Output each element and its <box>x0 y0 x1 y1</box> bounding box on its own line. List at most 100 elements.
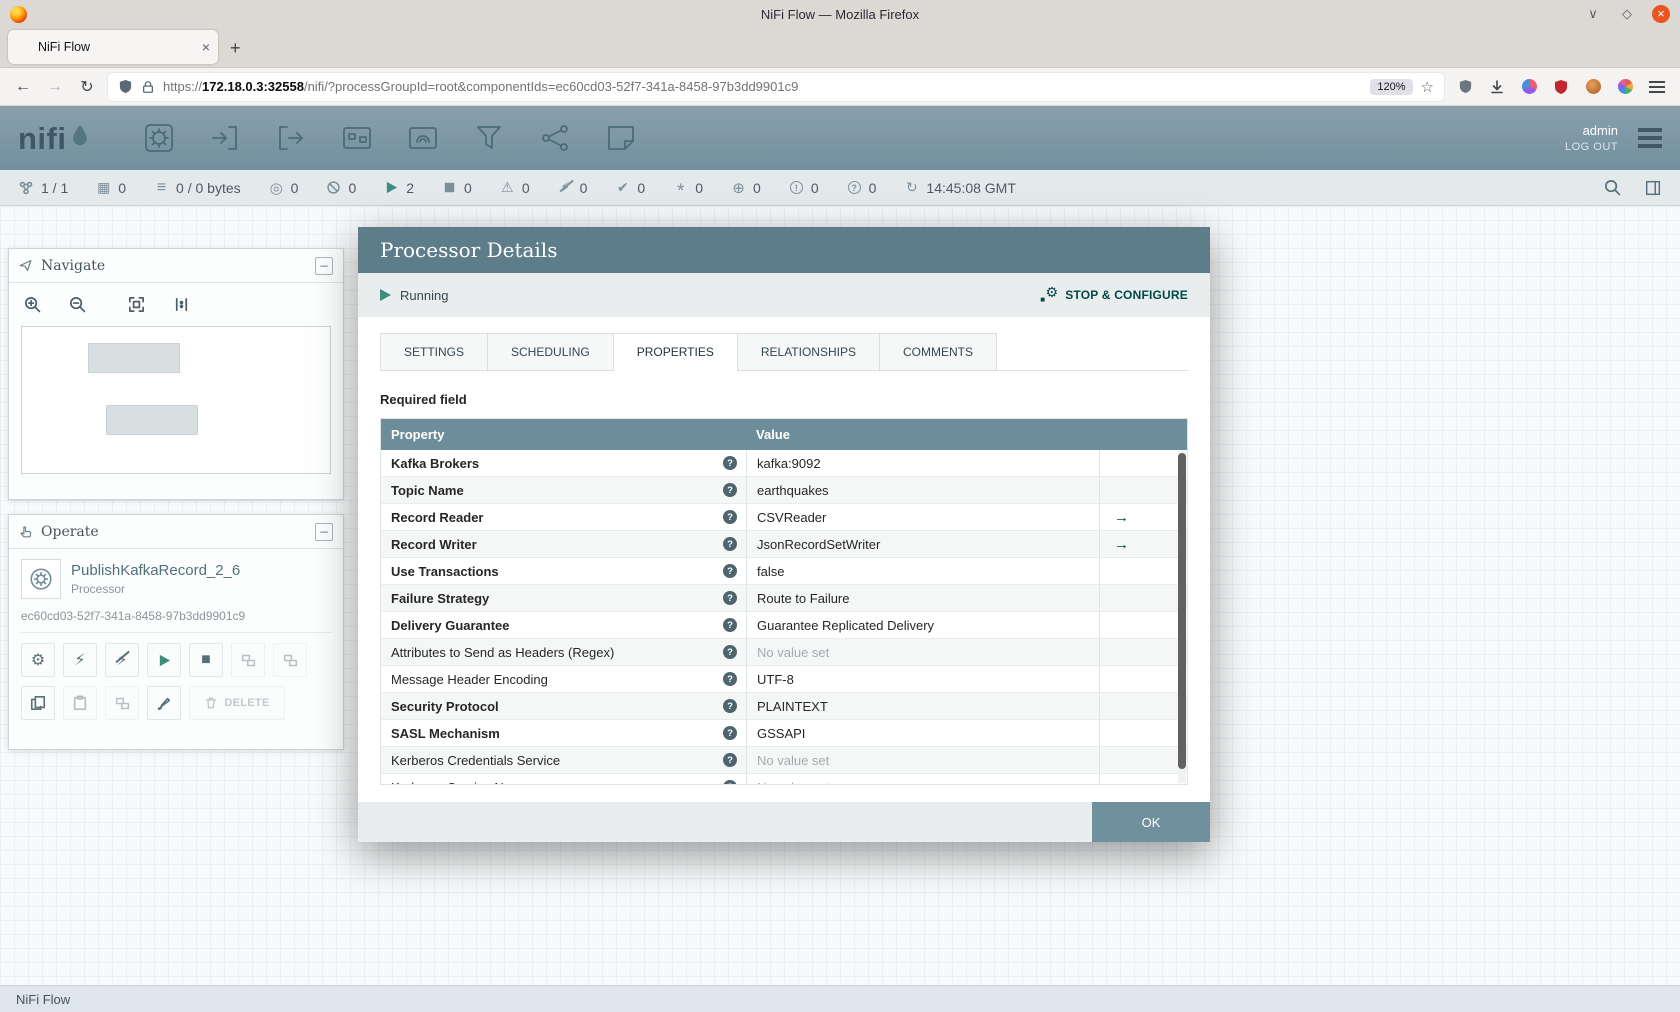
app-menu-button[interactable] <box>1646 76 1668 98</box>
help-icon[interactable]: ? <box>723 591 737 605</box>
logout-link[interactable]: LOG OUT <box>1565 141 1618 153</box>
close-icon[interactable]: × <box>1652 5 1670 23</box>
property-row[interactable]: SASL Mechanism? GSSAPI <box>381 720 1187 747</box>
property-row[interactable]: Message Header Encoding? UTF-8 <box>381 666 1187 693</box>
goto-cell[interactable]: → <box>1099 531 1187 557</box>
help-icon[interactable]: ? <box>723 564 737 578</box>
collapse-navigate-button[interactable]: − <box>315 256 333 275</box>
tab-relationships[interactable]: RELATIONSHIPS <box>736 333 880 371</box>
help-icon[interactable]: ? <box>723 726 737 740</box>
tab-properties[interactable]: PROPERTIES <box>612 333 738 371</box>
account-avatar-icon[interactable] <box>1518 76 1540 98</box>
ublock-icon[interactable] <box>1550 76 1572 98</box>
property-row[interactable]: Security Protocol? PLAINTEXT <box>381 693 1187 720</box>
refresh-icon[interactable]: ↻ <box>904 179 919 196</box>
tab-comments[interactable]: COMMENTS <box>878 333 997 371</box>
extension-shield-icon[interactable] <box>1454 76 1476 98</box>
url-bar[interactable]: https://172.18.0.3:32558/nifi/?processGr… <box>108 72 1444 101</box>
template-icon[interactable] <box>539 122 571 154</box>
help-icon[interactable]: ? <box>723 672 737 686</box>
disable-button[interactable]: ⚡ <box>105 643 139 677</box>
operate-panel-title: Operate <box>41 523 99 540</box>
help-icon[interactable]: ? <box>723 618 737 632</box>
help-icon[interactable]: ? <box>723 537 737 551</box>
browser-tab[interactable]: NiFi Flow × <box>8 30 218 64</box>
status-count: 0 <box>810 179 819 196</box>
property-row[interactable]: Record Reader? CSVReader → <box>381 504 1187 531</box>
go-to-service-icon: → <box>1114 535 1129 553</box>
start-button[interactable] <box>147 643 181 677</box>
property-row[interactable]: Kerberos Credentials Service? No value se… <box>381 747 1187 774</box>
forward-button[interactable]: → <box>44 78 66 96</box>
copy-button[interactable] <box>21 686 55 720</box>
minimap-component <box>88 343 180 373</box>
configure-button[interactable]: ⚙ <box>21 643 55 677</box>
help-icon[interactable]: ? <box>723 753 737 767</box>
property-row[interactable]: Delivery Guarantee? Guarantee Replicated … <box>381 612 1187 639</box>
search-icon[interactable] <box>1603 178 1622 197</box>
align-button[interactable] <box>105 686 139 720</box>
property-row[interactable]: Attributes to Send as Headers (Regex)? No… <box>381 639 1187 666</box>
scrollbar-thumb[interactable] <box>1178 453 1186 769</box>
processor-details-dialog: Processor Details Running ⚙ ■ STOP & CONF… <box>358 227 1210 842</box>
downloads-icon[interactable] <box>1486 76 1508 98</box>
birdseye-minimap[interactable] <box>21 326 331 474</box>
enable-button[interactable]: ⚡ <box>63 643 97 677</box>
panel-toggle-icon[interactable] <box>1644 179 1662 197</box>
remote-process-group-icon[interactable] <box>407 122 439 154</box>
tab-close-icon[interactable]: × <box>202 39 210 55</box>
tab-scheduling[interactable]: SCHEDULING <box>487 333 614 371</box>
global-menu-button[interactable] <box>1638 136 1662 140</box>
property-name: SASL Mechanism <box>391 725 500 741</box>
processor-icon[interactable] <box>143 122 175 154</box>
lock-icon[interactable] <box>141 80 155 94</box>
ok-button[interactable]: OK <box>1092 802 1210 842</box>
help-icon[interactable]: ? <box>723 510 737 524</box>
stop-button[interactable]: ■ <box>189 643 223 677</box>
help-icon[interactable]: ? <box>723 483 737 497</box>
zoom-out-icon[interactable] <box>68 295 87 314</box>
help-icon[interactable]: ? <box>723 699 737 713</box>
property-row[interactable]: Kerberos Service Name? No value set <box>381 774 1187 784</box>
reload-button[interactable]: ↻ <box>76 77 98 97</box>
minimize-icon[interactable]: ∨ <box>1584 6 1602 22</box>
help-icon[interactable]: ? <box>723 645 737 659</box>
zoom-fit-icon[interactable] <box>127 295 146 314</box>
stop-configure-button[interactable]: ⚙ ■ STOP & CONFIGURE <box>1040 285 1188 304</box>
collapse-operate-button[interactable]: − <box>315 522 333 541</box>
property-row[interactable]: Topic Name? earthquakes <box>381 477 1187 504</box>
property-row[interactable]: Record Writer? JsonRecordSetWriter → <box>381 531 1187 558</box>
property-row[interactable]: Failure Strategy? Route to Failure <box>381 585 1187 612</box>
funnel-icon[interactable] <box>473 122 505 154</box>
process-group-icon[interactable] <box>341 122 373 154</box>
extension-avatar-icon[interactable] <box>1582 76 1604 98</box>
input-port-icon[interactable] <box>209 122 241 154</box>
delete-button[interactable]: DELETE <box>189 686 285 720</box>
change-color-button[interactable] <box>147 686 181 720</box>
tab-settings[interactable]: SETTINGS <box>380 333 489 371</box>
label-icon[interactable] <box>605 122 637 154</box>
back-button[interactable]: ← <box>12 78 34 96</box>
actual-size-icon[interactable] <box>172 295 191 314</box>
property-row[interactable]: Kafka Brokers? kafka:9092 <box>381 450 1187 477</box>
group-button[interactable] <box>231 643 265 677</box>
ungroup-button[interactable] <box>273 643 307 677</box>
help-icon[interactable]: ? <box>723 780 737 784</box>
output-port-icon[interactable] <box>275 122 307 154</box>
breadcrumb[interactable]: NiFi Flow <box>16 992 70 1007</box>
property-name: Kerberos Service Name <box>391 780 723 785</box>
paste-button[interactable] <box>63 686 97 720</box>
status-last-refresh[interactable]: ↻ 14:45:08 GMT <box>904 179 1016 196</box>
property-value: Route to Failure <box>746 585 1099 611</box>
goto-cell[interactable]: → <box>1099 504 1187 530</box>
restore-icon[interactable]: ◇ <box>1618 6 1636 22</box>
property-row[interactable]: Use Transactions? false <box>381 558 1187 585</box>
help-icon[interactable]: ? <box>723 456 737 470</box>
new-tab-button[interactable]: + <box>230 38 241 59</box>
tracking-shield-icon[interactable] <box>118 79 133 94</box>
zoom-in-icon[interactable] <box>23 295 42 314</box>
table-scrollbar[interactable] <box>1178 451 1186 783</box>
bookmark-star-icon[interactable]: ☆ <box>1421 78 1434 96</box>
containers-icon[interactable] <box>1614 76 1636 98</box>
zoom-level-badge[interactable]: 120% <box>1370 78 1413 95</box>
